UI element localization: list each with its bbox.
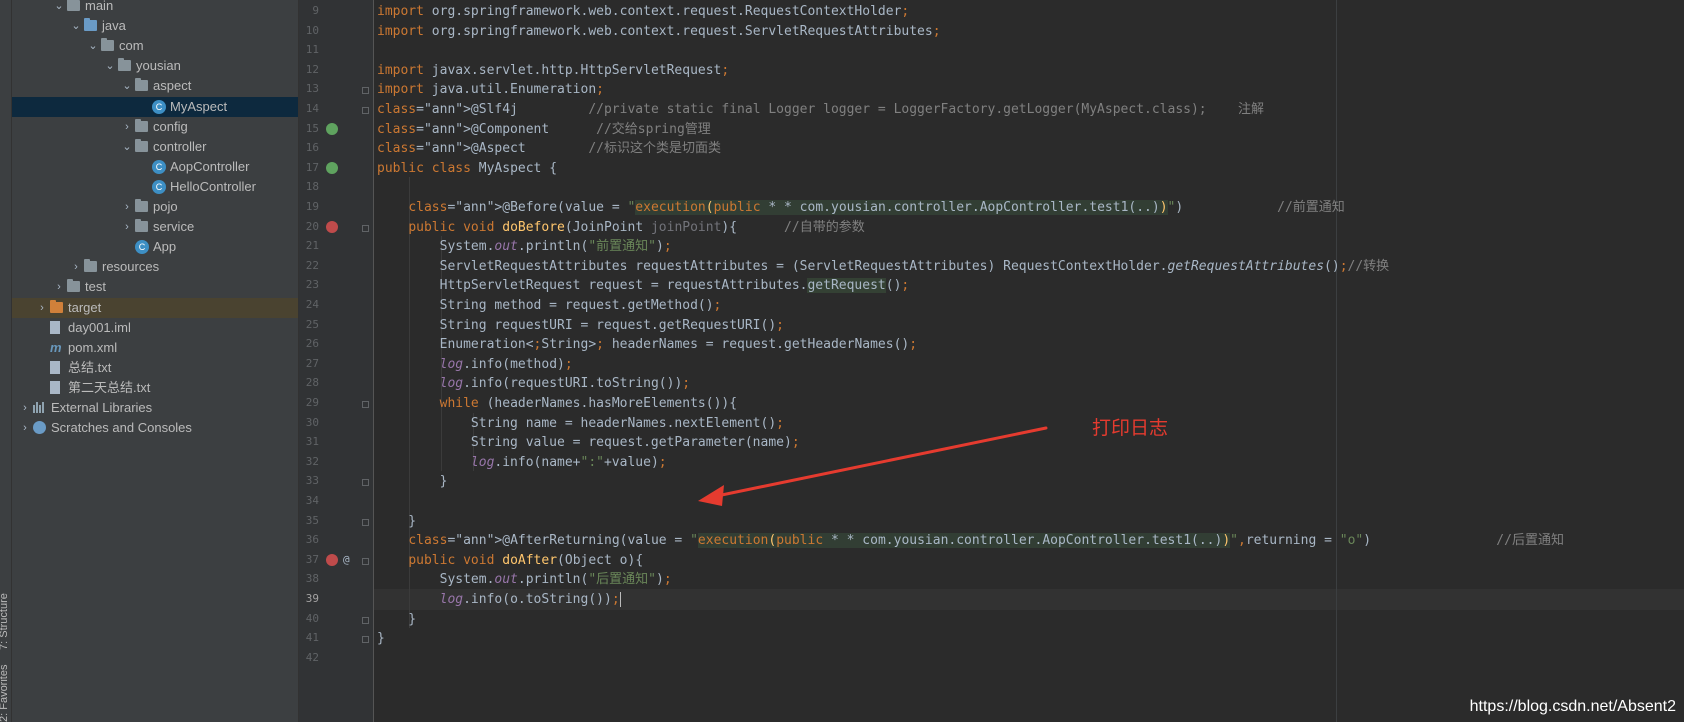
annotation-label: 打印日志 — [1092, 417, 1169, 439]
annotation-arrow-line — [710, 426, 1048, 499]
annotation-arrow — [698, 426, 1048, 506]
watermark: https://blog.csdn.net/Absent2 — [1469, 698, 1676, 715]
annotation-arrowhead — [698, 485, 724, 506]
